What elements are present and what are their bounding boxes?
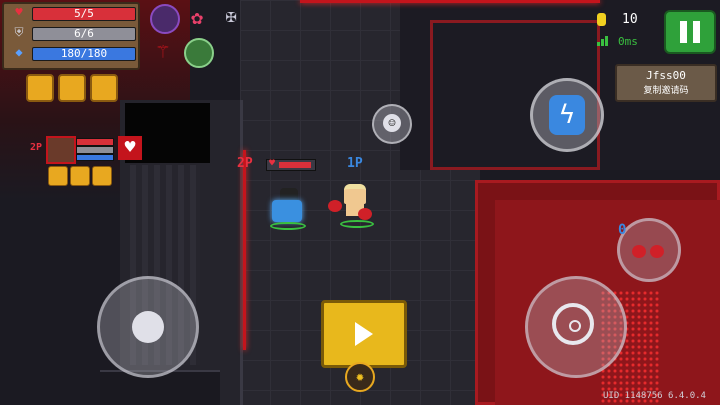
pause-icon <box>680 21 687 43</box>
energy-value: 180/180 <box>60 47 108 60</box>
player-1-head <box>344 184 366 204</box>
coin-icon <box>597 13 606 26</box>
boxing-gloves-icon <box>632 243 666 261</box>
teammate-energy-bar <box>76 154 114 161</box>
talent-badge-3[interactable] <box>90 74 118 102</box>
coin-count: 10 <box>622 12 638 27</box>
bomb-item[interactable]: ✹ <box>345 362 375 392</box>
player-2-character <box>268 188 308 230</box>
player-1-shadow <box>340 220 374 228</box>
teammate-badge-3 <box>92 166 112 186</box>
weapon-swap-button[interactable] <box>617 218 681 282</box>
ping-value: 0ms <box>618 35 638 48</box>
boxing-glove-right <box>358 208 372 220</box>
player-2-body <box>272 200 302 222</box>
player-2-hp-fill <box>279 162 311 168</box>
attack-button[interactable] <box>525 276 627 378</box>
copy-invite-code-label: 复制邀请码 <box>643 86 689 96</box>
armor-bar: 6/6 <box>32 27 136 41</box>
joystick-knob[interactable] <box>132 311 164 343</box>
shield-icon: ⛨ <box>14 25 24 39</box>
smile-icon: ☺ <box>383 114 401 132</box>
player-1-tag: 1P <box>347 156 363 171</box>
heart-icon: ♥ <box>269 158 276 169</box>
teammate-armor-bar <box>76 146 114 154</box>
boxing-glove-left <box>328 200 342 212</box>
player-2-shadow <box>270 222 306 230</box>
armor-row: ⛨ 6/6 <box>10 25 136 41</box>
buff-icon-4[interactable]: ⚚ <box>150 38 176 64</box>
energy-row: ◆ 180/180 <box>10 45 136 61</box>
talent-badge-1[interactable] <box>26 74 54 102</box>
pause-button[interactable] <box>664 10 716 54</box>
armor-value: 6/6 <box>74 27 94 40</box>
heart-icon: ♥ <box>118 136 142 160</box>
teammate-badge-1 <box>48 166 68 186</box>
player-2-hp-bar: ♥ <box>266 158 316 171</box>
game-screen: ♥ 5/5 ⛨ 6/6 ◆ 180/180 ✿ ✠ ⚚ 2P ♥ 10 0ms … <box>0 0 720 405</box>
red-neon-left <box>243 150 246 350</box>
version-label: UID 1148756 6.4.0.4 <box>603 391 706 401</box>
stat-panel: ♥ 5/5 ⛨ 6/6 ◆ 180/180 <box>2 2 140 70</box>
weapon-ammo-count: 0 <box>618 222 627 238</box>
diamond-icon: ◆ <box>15 45 23 59</box>
play-button[interactable] <box>321 300 407 368</box>
hp-row: ♥ 5/5 <box>10 5 136 21</box>
crosshair-icon <box>552 303 594 345</box>
buff-icon-2[interactable]: ✿ <box>184 4 210 30</box>
hp-value: 5/5 <box>74 7 94 20</box>
signal-icon <box>597 36 609 46</box>
hp-bar: 5/5 <box>32 7 136 21</box>
teammate-panel: 2P ♥ <box>30 136 150 164</box>
move-joystick[interactable] <box>97 276 199 378</box>
teammate-avatar <box>46 136 76 164</box>
player-1-character <box>328 180 378 230</box>
buff-icon-3[interactable]: ✠ <box>218 4 244 30</box>
pause-icon-bar <box>693 21 700 43</box>
buff-icon-5[interactable] <box>184 38 214 68</box>
teammate-hp-bar <box>76 138 114 146</box>
lightning-icon: ϟ <box>549 95 585 135</box>
player-name: Jfss00 <box>646 69 686 82</box>
heart-icon: ♥ <box>15 5 23 19</box>
play-icon <box>355 322 373 346</box>
teammate-tag: 2P <box>30 142 43 153</box>
talent-badge-2[interactable] <box>58 74 86 102</box>
red-neon-top <box>300 0 600 3</box>
emote-button[interactable]: ☺ <box>372 104 412 144</box>
teammate-badge-2 <box>70 166 90 186</box>
skill-button[interactable]: ϟ <box>530 78 604 152</box>
player-2-tag: 2P <box>237 156 253 171</box>
buff-icon-1[interactable] <box>150 4 180 34</box>
energy-bar: 180/180 <box>32 47 136 61</box>
invite-code-box[interactable]: Jfss00 复制邀请码 <box>615 64 717 102</box>
